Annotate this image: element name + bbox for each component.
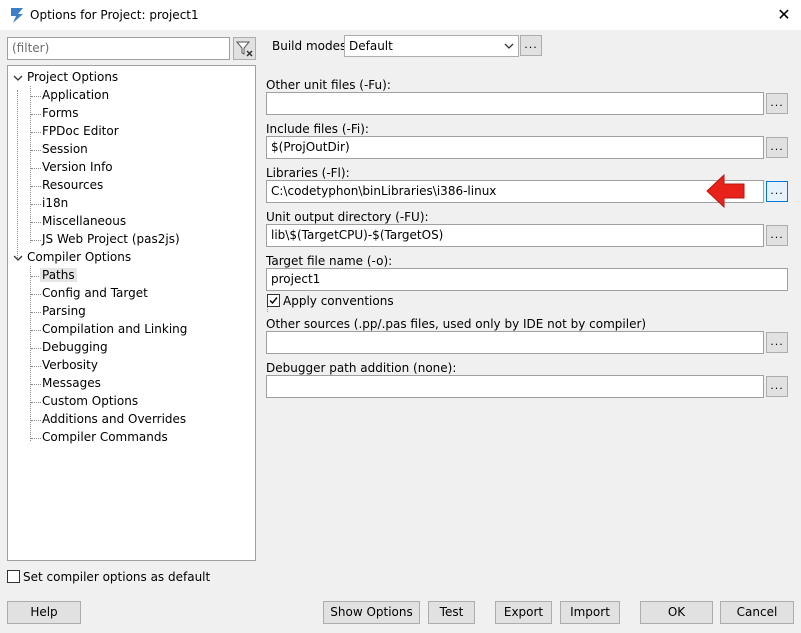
tree-item-resources[interactable]: Resources: [42, 177, 103, 195]
tree-line: [31, 366, 41, 367]
libraries-browse-button[interactable]: ...: [766, 181, 788, 202]
filter-input[interactable]: (filter): [7, 37, 230, 60]
apply-conventions-label: Apply conventions: [283, 294, 394, 308]
debugger-path-field[interactable]: [266, 375, 764, 398]
tree-item-paths[interactable]: Paths: [40, 267, 77, 285]
apply-conventions-checkbox[interactable]: [267, 294, 280, 307]
tree-line: [31, 438, 41, 439]
build-modes-more-button[interactable]: ...: [520, 35, 542, 56]
tree-line: [30, 86, 31, 243]
unit-output-browse-button[interactable]: ...: [766, 225, 788, 246]
debugger-path-browse-button[interactable]: ...: [766, 376, 788, 397]
cancel-button[interactable]: Cancel: [720, 601, 794, 624]
tree-item-custom-options[interactable]: Custom Options: [42, 393, 138, 411]
export-button[interactable]: Export: [495, 601, 552, 624]
tree-item-messages[interactable]: Messages: [42, 375, 101, 393]
tree-item-miscellaneous[interactable]: Miscellaneous: [42, 213, 126, 231]
tree-line: [31, 96, 41, 97]
other-unit-field[interactable]: [266, 92, 764, 115]
tree-item-i18n[interactable]: i18n: [42, 195, 68, 213]
chevron-down-icon[interactable]: [12, 72, 24, 84]
tree-line: [31, 168, 41, 169]
unit-output-label: Unit output directory (-FU):: [266, 210, 429, 224]
options-tree[interactable]: Project Options Application Forms FPDoc …: [7, 65, 256, 561]
tree-line: [31, 420, 41, 421]
tree-line: [31, 204, 41, 205]
import-button[interactable]: Import: [560, 601, 620, 624]
tree-item-application[interactable]: Application: [42, 87, 109, 105]
tree-line: [30, 266, 31, 441]
tree-item-compiler-commands[interactable]: Compiler Commands: [42, 429, 168, 447]
app-logo-icon: [11, 8, 23, 23]
target-file-label: Target file name (-o):: [266, 254, 393, 268]
title-bar: Options for Project: project1 ✕: [0, 0, 801, 30]
tree-item-fpdoc-editor[interactable]: FPDoc Editor: [42, 123, 119, 141]
tree-item-label-selected: Paths: [40, 268, 77, 282]
libraries-label: Libraries (-Fl):: [266, 166, 350, 180]
set-default-checkbox[interactable]: [7, 570, 20, 583]
tree-item-session[interactable]: Session: [42, 141, 88, 159]
tree-line: [31, 312, 41, 313]
ok-button[interactable]: OK: [640, 601, 713, 624]
other-sources-field[interactable]: [266, 331, 764, 354]
test-button[interactable]: Test: [428, 601, 475, 624]
tree-line: [31, 222, 41, 223]
tree-line: [31, 294, 41, 295]
build-modes-label: Build modes: [272, 39, 347, 53]
chevron-down-icon[interactable]: [12, 252, 24, 264]
tree-item-compilation-and-linking[interactable]: Compilation and Linking: [42, 321, 187, 339]
tree-item-debugging[interactable]: Debugging: [42, 339, 108, 357]
tree-line: [31, 240, 41, 241]
target-file-field[interactable]: project1: [266, 268, 788, 291]
close-icon[interactable]: ✕: [772, 4, 796, 26]
tree-line: [31, 384, 41, 385]
include-field[interactable]: $(ProjOutDir): [266, 136, 764, 159]
other-unit-label: Other unit files (-Fu):: [266, 78, 391, 92]
tree-line: [31, 150, 41, 151]
tree-group-project-options[interactable]: Project Options: [27, 69, 118, 87]
filter-clear-icon: [235, 41, 253, 57]
build-modes-value: Default: [349, 39, 393, 53]
tree-line: [17, 90, 18, 258]
other-unit-browse-button[interactable]: ...: [766, 93, 788, 114]
filter-placeholder: (filter): [12, 41, 50, 55]
libraries-field[interactable]: C:\codetyphon\binLibraries\i386-linux: [266, 180, 764, 203]
checkmark-icon: [269, 297, 278, 305]
help-button[interactable]: Help: [7, 601, 81, 624]
tree-line: [31, 114, 41, 115]
tree-line: [31, 330, 41, 331]
red-arrow-icon: [706, 173, 745, 209]
tree-item-forms[interactable]: Forms: [42, 105, 78, 123]
tree-line: [31, 348, 41, 349]
tree-item-verbosity[interactable]: Verbosity: [42, 357, 98, 375]
set-default-label: Set compiler options as default: [23, 570, 211, 584]
filter-clear-button[interactable]: [233, 37, 256, 60]
other-sources-label: Other sources (.pp/.pas files, used only…: [266, 317, 647, 331]
debugger-path-label: Debugger path addition (none):: [266, 361, 457, 375]
tree-line: [31, 402, 41, 403]
tree-item-parsing[interactable]: Parsing: [42, 303, 86, 321]
build-modes-select[interactable]: Default: [344, 35, 519, 57]
show-options-button[interactable]: Show Options: [323, 601, 420, 624]
include-label: Include files (-Fi):: [266, 122, 369, 136]
tree-line: [31, 186, 41, 187]
other-sources-browse-button[interactable]: ...: [766, 332, 788, 353]
tree-item-additions-and-overrides[interactable]: Additions and Overrides: [42, 411, 186, 429]
unit-output-field[interactable]: lib\$(TargetCPU)-$(TargetOS): [266, 224, 764, 247]
include-browse-button[interactable]: ...: [766, 137, 788, 158]
tree-line: [31, 132, 41, 133]
tree-item-config-and-target[interactable]: Config and Target: [42, 285, 148, 303]
tree-item-version-info[interactable]: Version Info: [42, 159, 113, 177]
window-title: Options for Project: project1: [30, 8, 199, 22]
tree-item-js-web-project[interactable]: JS Web Project (pas2js): [42, 231, 180, 249]
chevron-down-icon: [504, 43, 514, 49]
tree-group-compiler-options[interactable]: Compiler Options: [27, 249, 131, 267]
